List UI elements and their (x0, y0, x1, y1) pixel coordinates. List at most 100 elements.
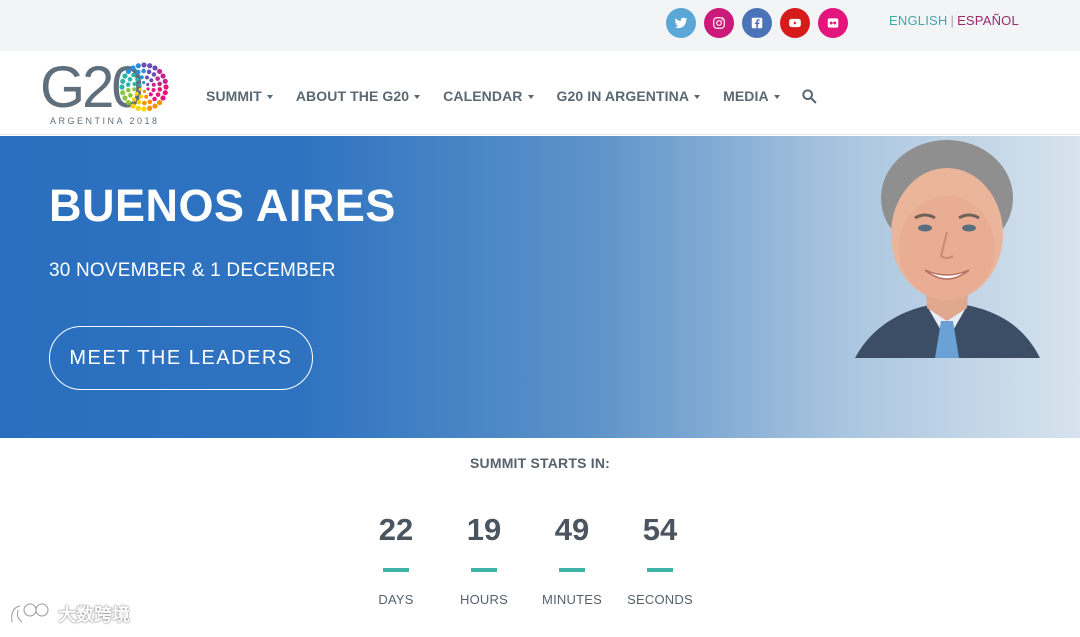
logo-flower-dot (125, 99, 132, 106)
hero-banner: BUENOS AIRES 30 NOVEMBER & 1 DECEMBER ME… (0, 136, 1080, 438)
meet-the-leaders-button[interactable]: MEET THE LEADERS (49, 326, 313, 390)
logo-flower-dot (141, 68, 146, 74)
nav-label: SUMMIT (206, 88, 262, 104)
nav-label: G20 IN ARGENTINA (556, 88, 690, 104)
nav-label: MEDIA (723, 88, 769, 104)
instagram-link[interactable] (704, 8, 734, 38)
logo-flower-dot (144, 75, 149, 80)
countdown-divider (471, 568, 497, 572)
logo-flower-dot (131, 72, 136, 78)
logo-flower-dot (128, 93, 133, 98)
countdown-days: 22 DAYS (352, 512, 440, 607)
countdown-hours: 19 HOURS (440, 512, 528, 607)
logo-flower-dot (146, 82, 150, 87)
nav-item-media[interactable]: MEDIA (723, 88, 780, 104)
logo-flower-dot (152, 96, 157, 102)
logo-flower-dot (126, 87, 131, 93)
twitter-icon (674, 17, 688, 29)
nav-item-g20-in-argentina[interactable]: G20 IN ARGENTINA (557, 88, 701, 104)
logo-flower-dot (147, 99, 153, 105)
hero-title: BUENOS AIRES (49, 180, 396, 231)
logo-flower-dot (139, 94, 144, 99)
instagram-icon (713, 17, 725, 29)
language-separator: | (950, 13, 955, 28)
logo-flower-dot (130, 65, 136, 71)
youtube-link[interactable] (780, 8, 810, 38)
nav-item-summit[interactable]: SUMMIT (206, 88, 273, 104)
nav-label: CALENDAR (443, 88, 523, 104)
logo-flower-dot (136, 99, 142, 105)
main-nav: SUMMIT ABOUT THE G20 CALENDAR G20 IN ARG… (206, 88, 817, 104)
countdown-minutes: 49 MINUTES (528, 512, 616, 607)
leader-portrait (855, 140, 1040, 358)
logo-flower-dot (141, 62, 147, 68)
logo-flower-dot (151, 87, 156, 92)
social-links (666, 8, 848, 38)
logo-flower-dot (135, 69, 141, 75)
logo-flower-dot (156, 68, 163, 75)
logo-flower-dot (135, 63, 141, 69)
logo-flower-dot (138, 87, 142, 92)
language-espanol[interactable]: ESPAÑOL (957, 13, 1019, 28)
logo-flower-dot (135, 105, 141, 111)
logo-flower-dot (135, 77, 140, 82)
logo-flower-dot (157, 87, 163, 92)
countdown-value: 54 (642, 512, 678, 547)
logo-flower-dot (152, 65, 158, 71)
logo-flower-dot (134, 91, 139, 96)
logo-flower-dot (147, 105, 153, 111)
logo-flower-dot (144, 94, 149, 99)
logo-flower-dot (151, 82, 156, 87)
logo-flower-dot (139, 75, 144, 80)
logo-flower-dot (142, 89, 146, 94)
language-english[interactable]: ENGLISH (889, 13, 947, 28)
flickr-link[interactable] (818, 8, 848, 38)
main-header: G20 ARGENTINA 2018 SUMMIT ABOUT THE G20 … (0, 51, 1080, 135)
chevron-down-icon (266, 95, 273, 100)
logo-flower-dot (155, 76, 160, 81)
nav-label: ABOUT THE G20 (295, 88, 410, 104)
logo-flower-dot (122, 95, 128, 101)
logo-flower-dot (127, 77, 133, 82)
logo-flower-dot (142, 80, 146, 85)
countdown-unit-label: DAYS (378, 592, 414, 607)
logo-flower-dot (162, 90, 168, 96)
logo-flower-icon (119, 62, 169, 112)
logo-flower-dot (163, 84, 169, 90)
logo-flower-dot (152, 103, 158, 109)
logo-flower-dot (146, 69, 152, 75)
countdown-divider (559, 568, 585, 572)
countdown-label: SUMMIT STARTS IN: (469, 455, 611, 471)
countdown-divider (647, 568, 673, 572)
logo-flower-dot (156, 99, 163, 106)
logo-flower-dot (120, 90, 126, 96)
facebook-link[interactable] (742, 8, 772, 38)
nav-item-calendar[interactable]: CALENDAR (443, 88, 534, 104)
countdown-value: 49 (554, 512, 590, 547)
top-bar: ENGLISH | ESPAÑOL (0, 0, 1080, 51)
logo-flower-dot (131, 97, 137, 102)
watermark: 大数跨境 (8, 600, 130, 628)
nav-item-about[interactable]: ABOUT THE G20 (295, 88, 421, 104)
countdown-value: 19 (466, 512, 502, 547)
chevron-down-icon (527, 95, 534, 100)
logo-flower-dot (147, 63, 153, 69)
logo-flower-dot (122, 73, 128, 79)
countdown-divider (383, 568, 409, 572)
flickr-icon (827, 18, 839, 28)
logo-flower-dot (160, 95, 166, 101)
logo-flower-dot (157, 81, 162, 87)
youtube-icon (789, 18, 801, 28)
logo-flower-dot (146, 87, 150, 91)
logo-flower-dot (132, 82, 137, 87)
countdown-unit-label: SECONDS (627, 592, 693, 607)
twitter-link[interactable] (666, 8, 696, 38)
chevron-down-icon (773, 95, 780, 100)
countdown-unit-label: HOURS (460, 592, 508, 607)
g20-logo[interactable]: G20 ARGENTINA 2018 (38, 59, 173, 129)
logo-flower-dot (148, 92, 153, 97)
logo-flower-dot (141, 106, 147, 112)
search-icon[interactable] (801, 88, 817, 104)
countdown-timer: 22 DAYS 19 HOURS 49 MINUTES 54 SECONDS (352, 512, 728, 622)
logo-flower-dot (149, 78, 154, 83)
